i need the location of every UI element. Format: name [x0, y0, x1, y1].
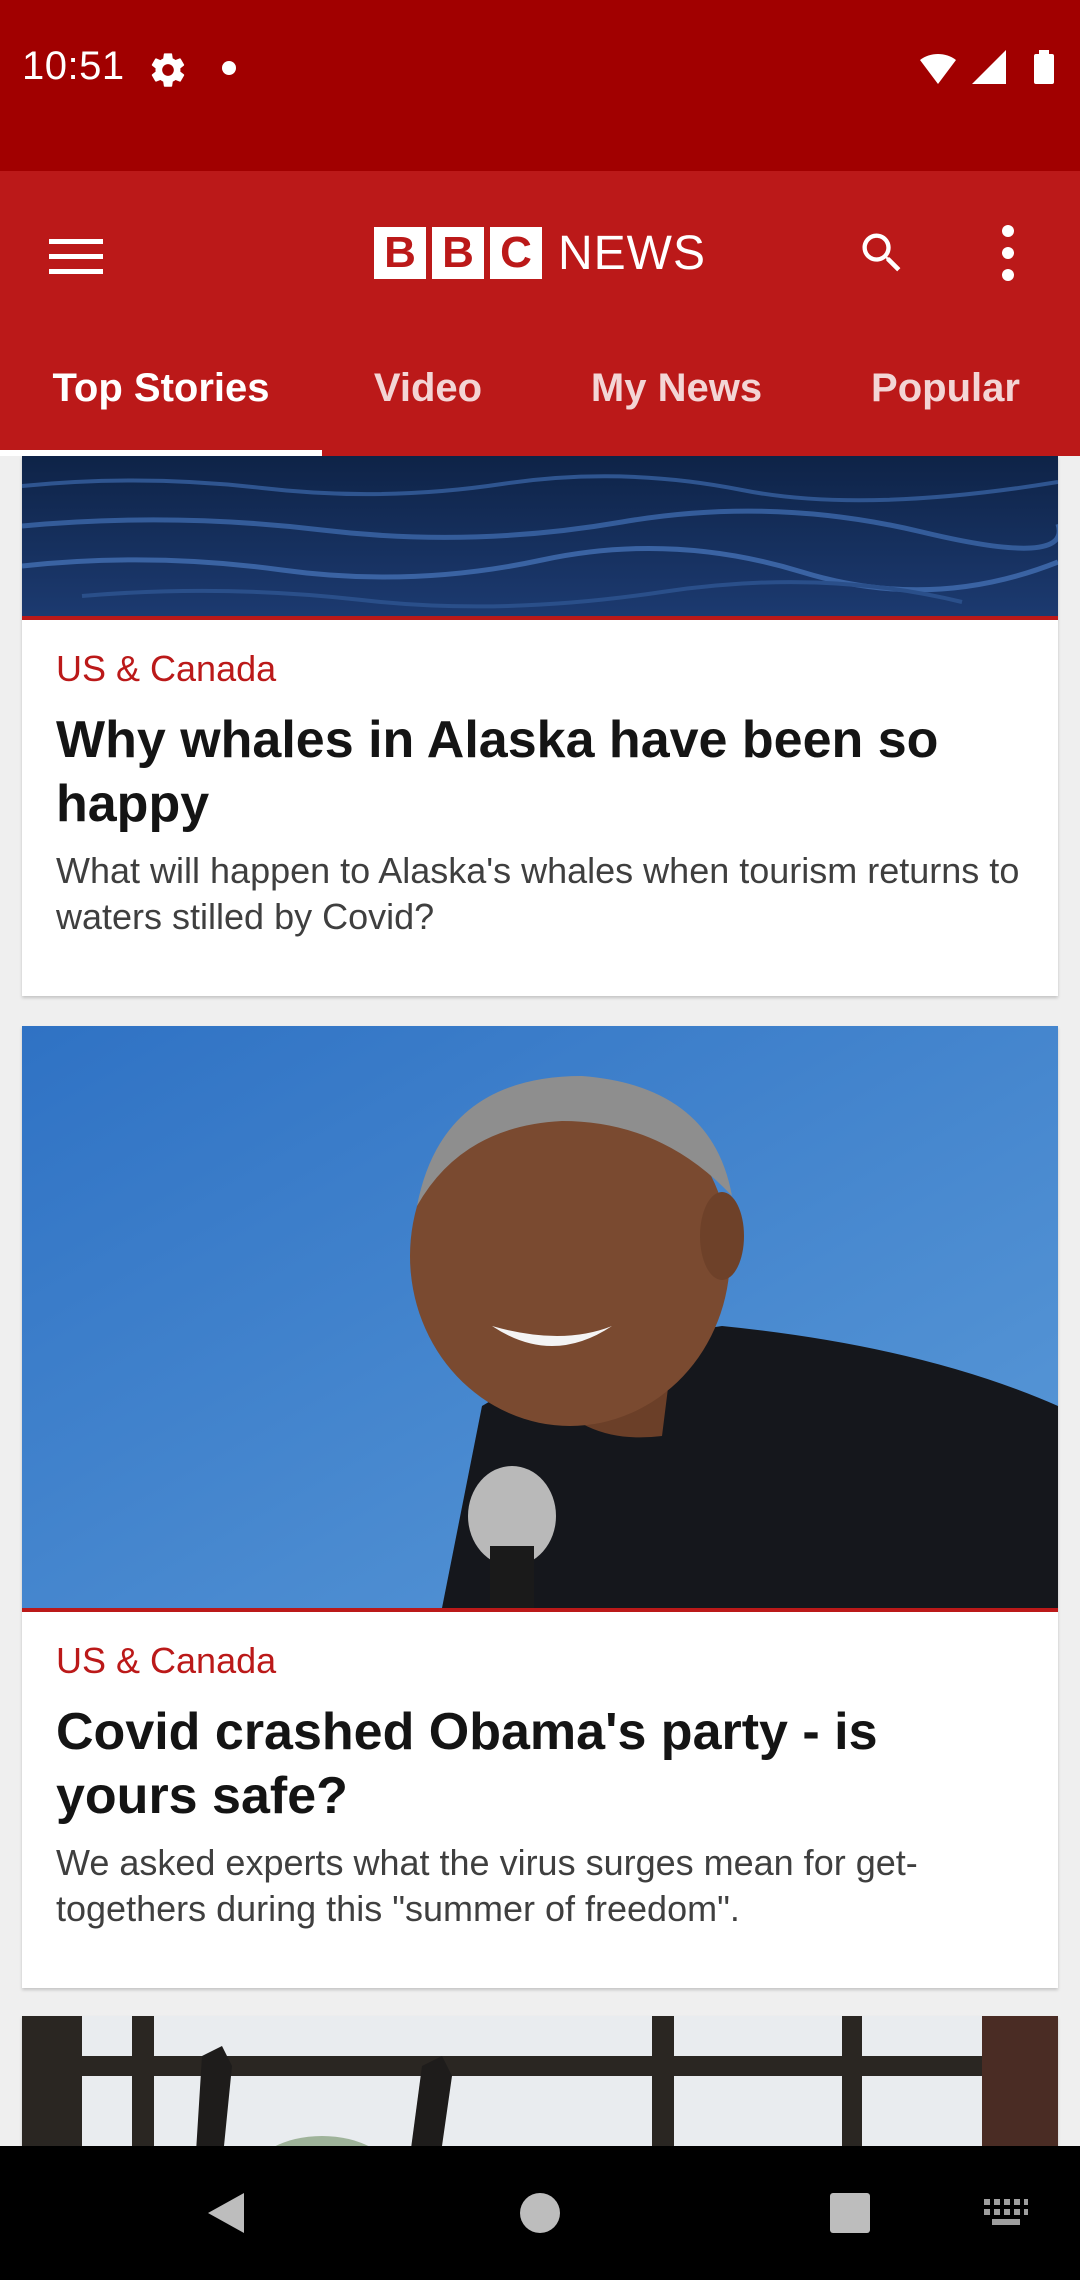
tab-top-stories[interactable]: Top Stories [0, 321, 322, 456]
ocean-image [22, 456, 1058, 616]
story-card[interactable]: US & Canada Covid crashed Obama's party … [22, 1026, 1058, 1988]
menu-icon [49, 239, 103, 274]
system-nav-bar [0, 2146, 1080, 2280]
tab-bar: Top Stories Video My News Popular [0, 321, 1080, 456]
menu-button[interactable] [40, 221, 112, 293]
status-bar: 10:51 [0, 0, 1080, 171]
home-button[interactable] [510, 2183, 570, 2243]
more-vert-icon [1002, 225, 1014, 281]
story-section[interactable]: US & Canada [56, 1640, 1024, 1682]
story-image-obama[interactable] [22, 1026, 1058, 1612]
logo-letter: C [490, 227, 542, 279]
story-summary: What will happen to Alaska's whales when… [56, 850, 1020, 937]
notification-dot-icon [222, 61, 236, 75]
status-icons [920, 50, 1054, 84]
home-icon [520, 2193, 560, 2233]
battery-icon [1034, 50, 1054, 84]
story-feed[interactable]: US & Canada Why whales in Alaska have be… [0, 456, 1080, 2146]
story-image-window[interactable] [22, 2016, 1058, 2146]
app-bar: B B C NEWS Top Stories Video My News Pop… [0, 171, 1080, 456]
window-image [22, 2016, 1058, 2146]
logo-word: NEWS [558, 226, 706, 280]
tab-video[interactable]: Video [322, 321, 534, 456]
story-summary: We asked experts what the virus surges m… [56, 1842, 918, 1929]
more-options-button[interactable] [972, 217, 1044, 289]
portrait-image [22, 1026, 1058, 1608]
story-title[interactable]: Why whales in Alaska have been so happy [56, 708, 1024, 836]
story-card[interactable] [22, 2016, 1058, 2146]
logo-letter: B [432, 227, 484, 279]
story-image-whales[interactable] [22, 456, 1058, 620]
story-card[interactable]: US & Canada Why whales in Alaska have be… [22, 456, 1058, 996]
recents-button[interactable] [820, 2183, 880, 2243]
wifi-icon [920, 54, 956, 84]
logo-letter: B [374, 227, 426, 279]
back-icon [208, 2193, 244, 2233]
bbc-news-logo: B B C NEWS [374, 223, 706, 283]
back-button[interactable] [196, 2183, 256, 2243]
story-title[interactable]: Covid crashed Obama's party - is yours s… [56, 1700, 1024, 1828]
tab-my-news[interactable]: My News [534, 321, 819, 456]
keyboard-icon [984, 2199, 1028, 2225]
search-button[interactable] [846, 217, 918, 289]
story-section[interactable]: US & Canada [56, 648, 1024, 690]
status-time: 10:51 [22, 44, 125, 88]
signal-icon [972, 50, 1006, 84]
tab-popular[interactable]: Popular [819, 321, 1072, 456]
recents-icon [830, 2193, 870, 2233]
keyboard-switch-button[interactable] [976, 2183, 1036, 2243]
gear-icon [151, 53, 185, 87]
search-icon [862, 233, 901, 272]
